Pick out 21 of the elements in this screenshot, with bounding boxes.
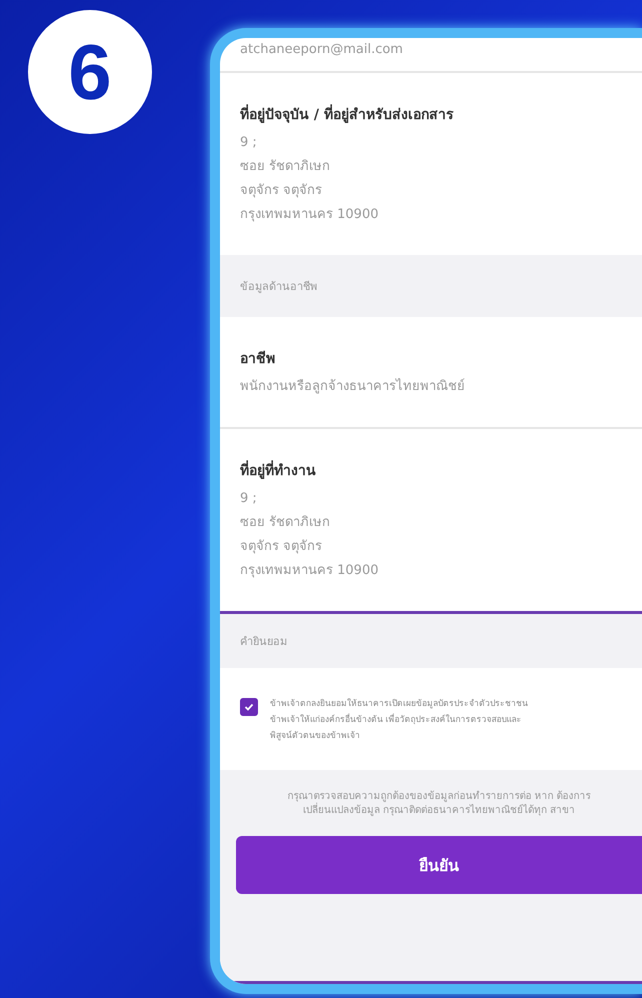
field-value: พนักงานหรือลูกจ้างธนาคารไทยพาณิชย์ [240, 377, 466, 396]
step-number-badge: 6 [28, 10, 152, 134]
email-value: atchaneeporn@mail.com [240, 42, 403, 57]
section-header: คำยินยอม [220, 611, 642, 668]
confirm-button[interactable]: ยืนยัน [236, 836, 642, 894]
field-value: จตุจักร จตุจักร [240, 538, 324, 556]
field-value: จตุจักร จตุจักร [240, 182, 324, 200]
field-value: 9 ; [240, 134, 258, 152]
field-label: ที่อยู่ปัจจุบัน / ที่อยู่สำหรับส่งเอกสาร [240, 103, 642, 125]
consent-text: ข้าพเจ้าตกลงยินยอมให้ธนาคารเปิดเผยข้อมูลบัตรประจำตัวประชาชน ข้าพเจ้าให้แก่องค์กรอื่นข้างต้น เพื่อวัตถุประสงค์ในการตรวจสอบและ พิสูจน์ตัวตนของข้าพเจ้า [270, 697, 528, 743]
field-label: ที่อยู่ที่ทำงาน [240, 459, 642, 481]
consent-checkbox[interactable] [240, 698, 258, 716]
field-value: ซอย รัชดาภิเษก [240, 514, 332, 532]
section-header: ข้อมูลด้านอาชีพ [220, 255, 642, 317]
check-icon [244, 702, 254, 712]
field-value: ซอย รัชดาภิเษก [240, 158, 332, 176]
field-label: อาชีพ [240, 350, 276, 369]
field-value: กรุงเทพมหานคร 10900 [240, 206, 380, 224]
field-value: กรุงเทพมหานคร 10900 [240, 562, 380, 580]
field-value: 9 ; [240, 490, 258, 508]
notice-text: กรุณาตรวจสอบความถูกต้องของข้อมูลก่อนทำรายการต่อ หาก ต้องการเปลี่ยนแปลงข้อมูล กรุณาติดต่อธนาคารไทยพาณิชย์ได้ทุก สาขา [286, 790, 592, 818]
